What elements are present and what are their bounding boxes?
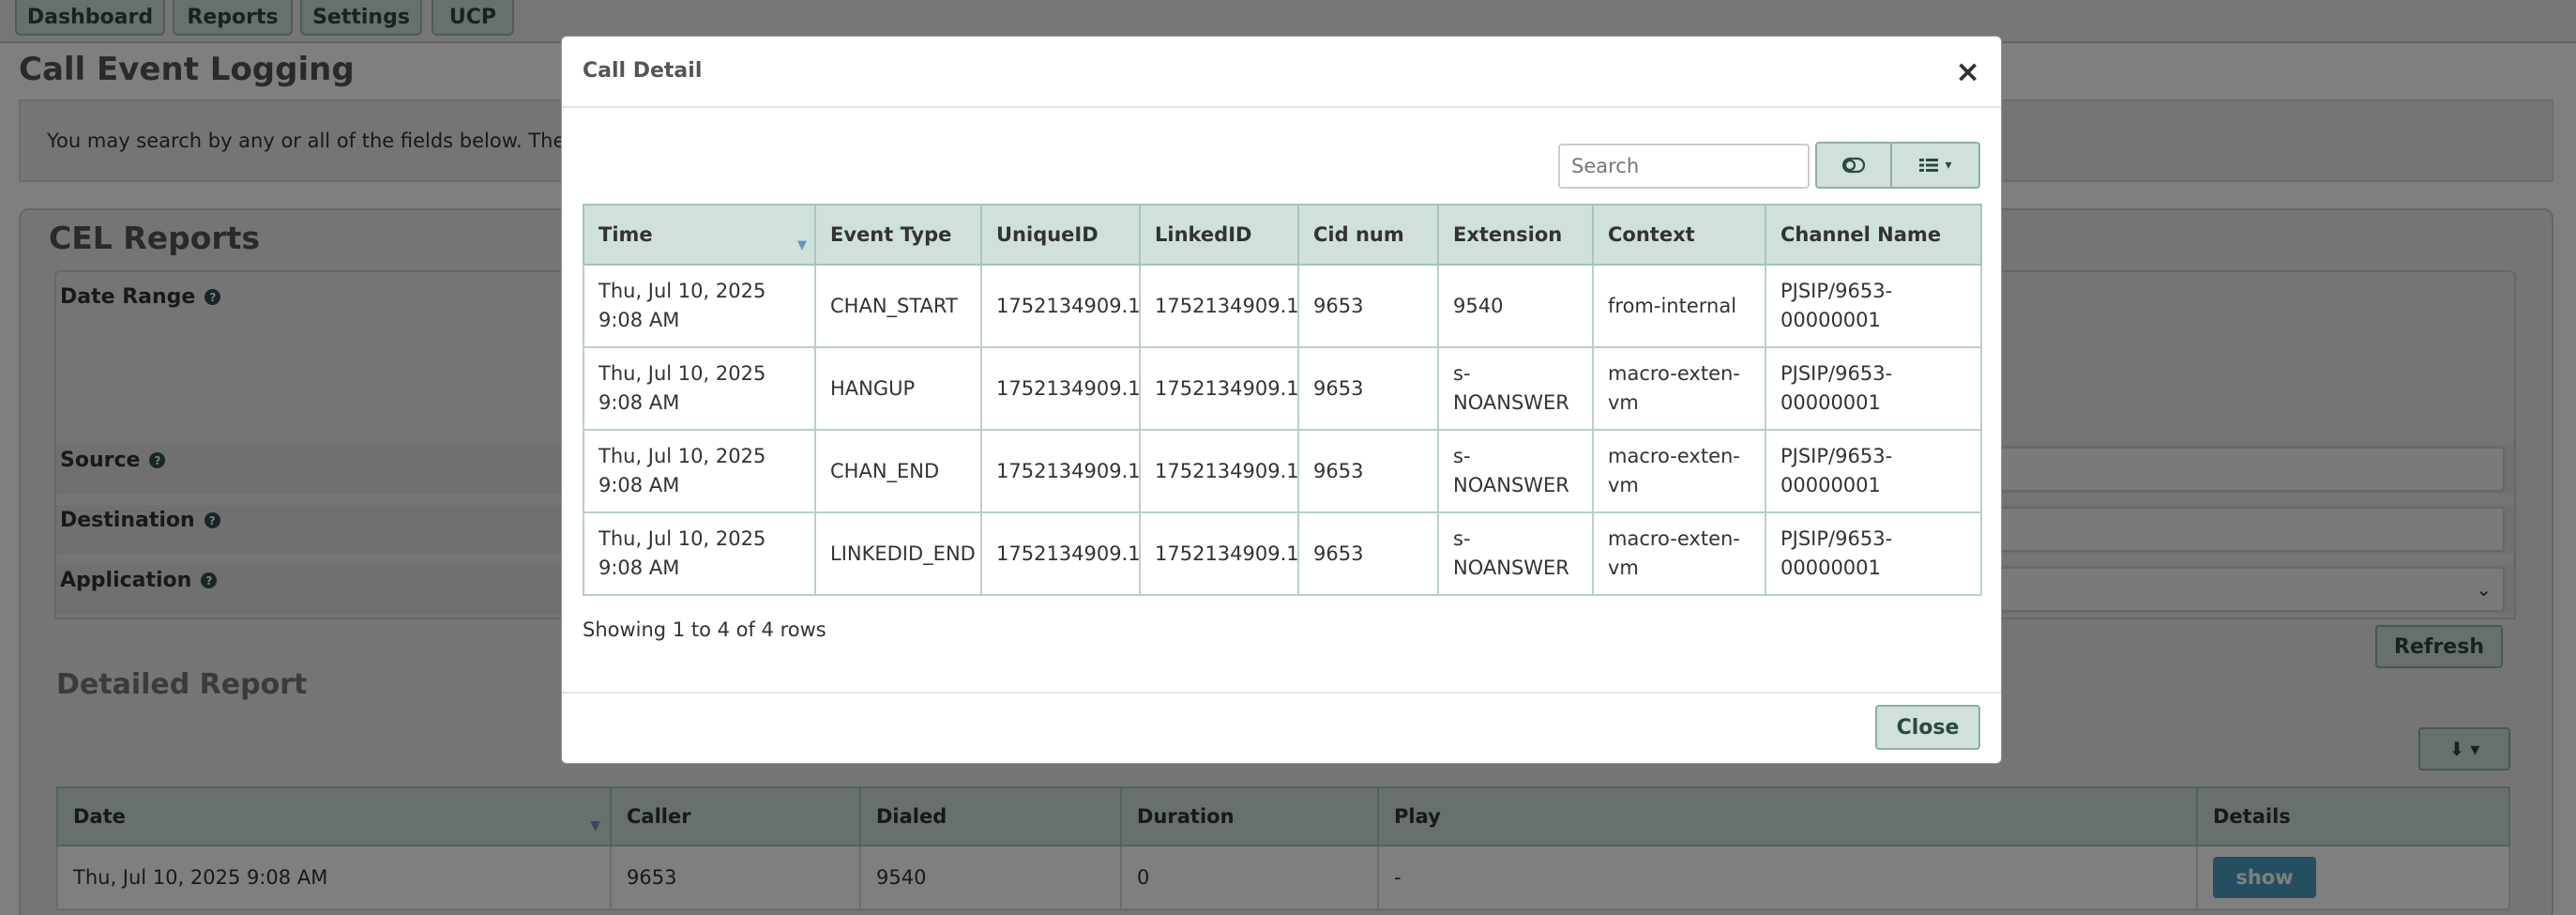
cell-extension: s-NOANSWER [1437, 346, 1594, 431]
cell-cid-num: 9653 [1297, 511, 1439, 596]
columns-button[interactable]: ▾ [1890, 142, 1980, 189]
list-columns-icon [1919, 159, 1939, 172]
col-context[interactable]: Context [1592, 204, 1766, 266]
cell-linkedid: 1752134909.1 [1139, 511, 1299, 596]
table-row: Thu, Jul 10, 2025 9:08 AM HANGUP 1752134… [583, 346, 1982, 431]
cell-event-type: CHAN_END [814, 429, 982, 513]
cell-uniqueid: 1752134909.1 [980, 346, 1141, 431]
cell-time: Thu, Jul 10, 2025 9:08 AM [583, 511, 816, 596]
search-input[interactable] [1558, 144, 1810, 189]
cell-uniqueid: 1752134909.1 [980, 511, 1141, 596]
cell-context: macro-exten-vm [1592, 511, 1766, 596]
cell-cid-num: 9653 [1297, 429, 1439, 513]
cell-linkedid: 1752134909.1 [1139, 429, 1299, 513]
call-detail-table: Time ▼ Event Type UniqueID LinkedID Cid n… [583, 204, 1982, 596]
close-button[interactable]: Close [1875, 705, 1980, 750]
cell-extension: 9540 [1437, 264, 1594, 348]
col-uniqueid[interactable]: UniqueID [980, 204, 1141, 266]
cell-channel-name: PJSIP/9653-00000001 [1765, 511, 1982, 596]
cell-extension: s-NOANSWER [1437, 429, 1594, 513]
col-linkedid[interactable]: LinkedID [1139, 204, 1299, 266]
sort-desc-icon: ▼ [797, 238, 807, 252]
cell-uniqueid: 1752134909.1 [980, 264, 1141, 348]
cell-uniqueid: 1752134909.1 [980, 429, 1141, 513]
col-time[interactable]: Time ▼ [583, 204, 816, 266]
cell-linkedid: 1752134909.1 [1139, 264, 1299, 348]
cell-linkedid: 1752134909.1 [1139, 346, 1299, 431]
modal-header: Call Detail × [562, 37, 2001, 108]
close-icon[interactable]: × [1955, 53, 1980, 89]
cell-channel-name: PJSIP/9653-00000001 [1765, 429, 1982, 513]
cell-channel-name: PJSIP/9653-00000001 [1765, 346, 1982, 431]
col-cid-num[interactable]: Cid num [1297, 204, 1439, 266]
toggle-icon [1841, 157, 1866, 174]
cell-event-type: CHAN_START [814, 264, 982, 348]
cell-time: Thu, Jul 10, 2025 9:08 AM [583, 346, 816, 431]
cell-context: macro-exten-vm [1592, 346, 1766, 431]
modal-title: Call Detail [583, 59, 703, 83]
toggle-view-button[interactable] [1815, 142, 1892, 189]
cell-event-type: HANGUP [814, 346, 982, 431]
cell-extension: s-NOANSWER [1437, 511, 1594, 596]
pagination-info: Showing 1 to 4 of 4 rows [583, 618, 826, 641]
cell-cid-num: 9653 [1297, 264, 1439, 348]
caret-down-icon: ▾ [1945, 158, 1952, 173]
table-row: Thu, Jul 10, 2025 9:08 AM LINKEDID_END 1… [583, 511, 1982, 596]
table-row: Thu, Jul 10, 2025 9:08 AM CHAN_START 175… [583, 264, 1982, 348]
cell-cid-num: 9653 [1297, 346, 1439, 431]
col-extension[interactable]: Extension [1437, 204, 1594, 266]
col-event-type[interactable]: Event Type [814, 204, 982, 266]
cell-channel-name: PJSIP/9653-00000001 [1765, 264, 1982, 348]
col-channel-name[interactable]: Channel Name [1765, 204, 1982, 266]
call-detail-modal: Call Detail × ▾ Time▼ Event Type UniqueI… [561, 36, 2002, 764]
cell-context: from-internal [1592, 264, 1766, 348]
modal-footer-divider [562, 692, 2001, 694]
cell-time: Thu, Jul 10, 2025 9:08 AM [583, 264, 816, 348]
table-row: Thu, Jul 10, 2025 9:08 AM CHAN_END 17521… [583, 429, 1982, 513]
cell-time: Thu, Jul 10, 2025 9:08 AM [583, 429, 816, 513]
cell-event-type: LINKEDID_END [814, 511, 982, 596]
cell-context: macro-exten-vm [1592, 429, 1766, 513]
